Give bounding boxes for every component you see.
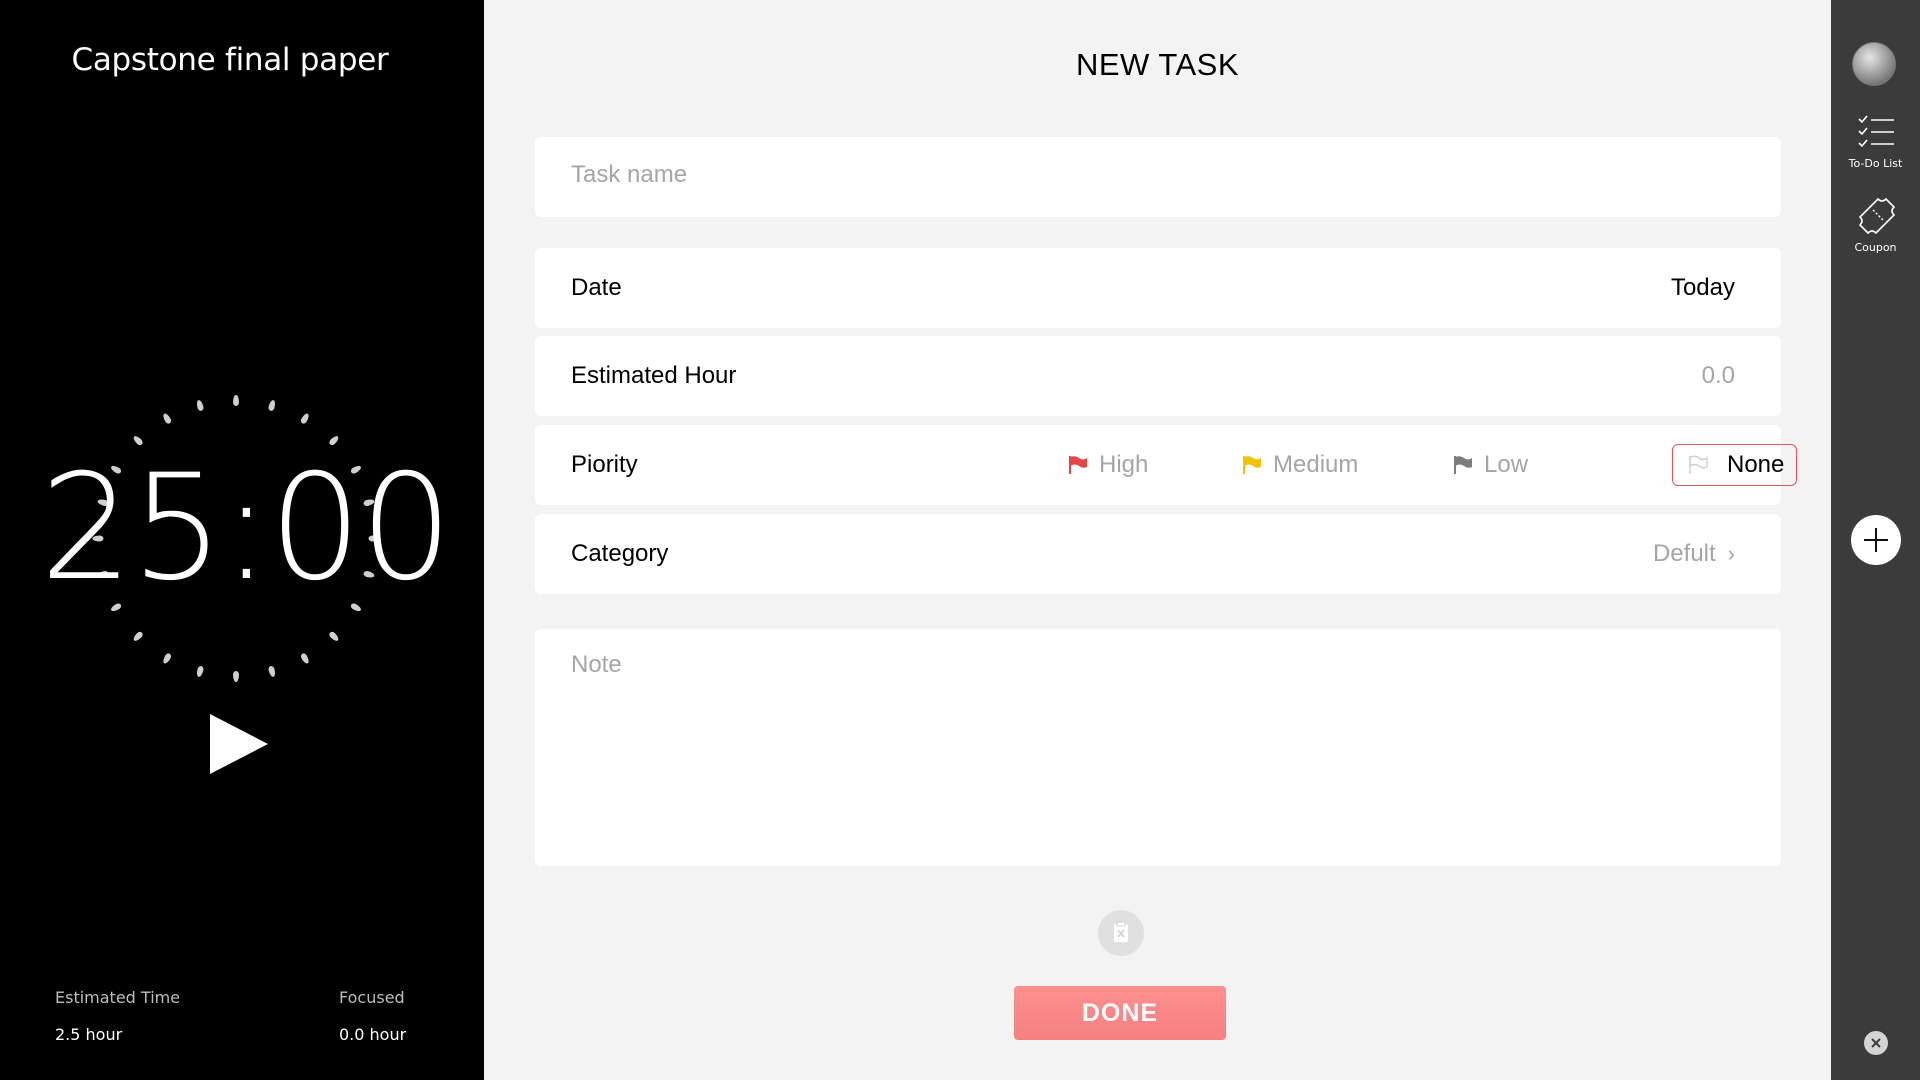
priority-low-option[interactable]: Low (1452, 451, 1528, 479)
right-sidebar: To-Do List Coupon (1831, 0, 1920, 1080)
ticket-icon (1858, 197, 1895, 235)
priority-low-label: Low (1484, 451, 1529, 478)
timer-tick (161, 651, 173, 665)
timer-display: 25:00 (40, 443, 453, 613)
empty-flag-icon (1689, 455, 1708, 474)
priority-none-option[interactable]: None (1672, 444, 1798, 486)
task-name-field[interactable]: Task name (535, 137, 1781, 217)
gray-flag-icon (1454, 456, 1472, 474)
chevron-right-icon: › (1727, 541, 1735, 566)
timer-panel: Capstone final paper 25:00 Estimated Tim… (0, 0, 484, 1080)
timer-tick (233, 671, 239, 682)
priority-medium-option[interactable]: Medium (1241, 451, 1358, 479)
coupon-label: Coupon (1854, 241, 1897, 254)
page-title: NEW TASK (1075, 47, 1240, 82)
note-placeholder: Note (571, 651, 622, 678)
current-task-title: Capstone final paper (71, 42, 389, 78)
priority-label: Piority (571, 451, 638, 478)
todo-list-nav[interactable]: To-Do List (1831, 113, 1920, 170)
done-button[interactable]: DONE (1014, 986, 1226, 1040)
clear-button[interactable] (1098, 910, 1144, 956)
coupon-nav[interactable]: Coupon (1831, 197, 1920, 254)
new-task-form: NEW TASK Task name Date Today Estimated … (484, 0, 1831, 1080)
task-name-placeholder: Task name (571, 161, 688, 188)
add-task-button[interactable] (1851, 515, 1901, 565)
timer-tick (233, 395, 239, 406)
yellow-flag-icon (1243, 456, 1261, 474)
priority-high-option[interactable]: High (1067, 451, 1148, 479)
close-icon (1871, 1038, 1881, 1048)
priority-row: Piority High Medium Low None (535, 425, 1798, 505)
timer-tick (327, 630, 340, 643)
timer-tick (132, 630, 145, 643)
focused-label: Focused (339, 988, 405, 1007)
clipboard-clear-icon (1114, 921, 1128, 942)
timer-tick (267, 665, 277, 678)
estimated-hour-label: Estimated Hour (571, 362, 737, 389)
date-label: Date (571, 274, 622, 301)
checklist-icon (1857, 115, 1894, 148)
estimated-time-value: 2.5 hour (55, 1025, 123, 1044)
date-row[interactable]: Date Today (535, 248, 1781, 328)
category-value: Defult (1652, 540, 1716, 567)
timer-tick (195, 399, 205, 412)
date-value: Today (1670, 274, 1735, 301)
estimated-time-stat: Estimated Time 2.5 hour (55, 988, 180, 1044)
red-flag-icon (1069, 456, 1087, 474)
timer-tick (195, 665, 205, 678)
avatar[interactable] (1852, 42, 1896, 86)
focused-stat: Focused 0.0 hour (339, 988, 406, 1044)
todo-list-label: To-Do List (1848, 157, 1903, 170)
timer-tick (299, 651, 311, 665)
play-icon[interactable] (208, 712, 270, 776)
close-button[interactable] (1864, 1031, 1888, 1055)
priority-high-label: High (1099, 451, 1149, 478)
focused-value: 0.0 hour (339, 1025, 407, 1044)
note-field[interactable]: Note (535, 629, 1781, 866)
category-row[interactable]: Category Defult › (535, 514, 1781, 594)
category-label: Category (571, 540, 669, 567)
plus-icon (1864, 528, 1888, 552)
timer-tick (299, 412, 311, 426)
timer-tick (267, 399, 277, 412)
estimated-hour-value: 0.0 (1701, 362, 1735, 389)
category-selector: Defult › (1653, 540, 1735, 568)
priority-medium-label: Medium (1273, 451, 1359, 478)
estimated-hour-row[interactable]: Estimated Hour 0.0 (535, 336, 1781, 416)
timer-tick (161, 412, 173, 426)
estimated-time-label: Estimated Time (55, 988, 181, 1007)
priority-none-label: None (1727, 451, 1785, 478)
